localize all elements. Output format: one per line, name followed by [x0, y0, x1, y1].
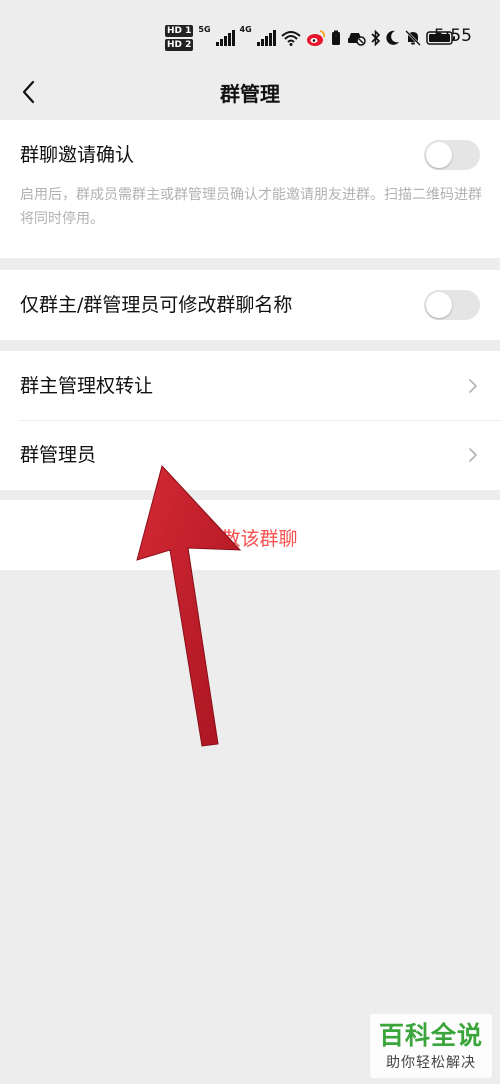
signal-strength-icon [215, 30, 235, 46]
hd-indicators: HD 1 HD 2 [165, 25, 194, 51]
screen: HD 1 HD 2 5G 4G 5:55 群管理 群聊邀请确认 启用后，群成员需… [0, 0, 500, 1084]
signal-strength-icon-2 [256, 30, 276, 46]
row-admins[interactable]: 群管理员 [0, 421, 500, 490]
admins-label: 群管理员 [20, 444, 97, 466]
hd-badge-2: HD 2 [165, 39, 194, 51]
hd-badge-1: HD 1 [165, 25, 194, 37]
car-icon [347, 33, 366, 46]
wifi-icon [281, 31, 301, 46]
row-transfer-owner[interactable]: 群主管理权转让 [0, 351, 500, 421]
bluetooth-icon [371, 30, 380, 46]
status-time: 5:55 [433, 26, 472, 46]
name-edit-restrict-label: 仅群主/群管理员可修改群聊名称 [20, 294, 293, 316]
dissolve-group-button[interactable]: 解散该群聊 [0, 500, 500, 570]
section-dissolve: 解散该群聊 [0, 500, 500, 570]
status-icons: HD 1 HD 2 5G 4G [165, 22, 456, 54]
weibo-icon [306, 30, 325, 46]
network-type-4g: 4G [239, 25, 252, 34]
watermark-title: 百科全说 [378, 1021, 483, 1050]
invite-confirm-description: 启用后，群成员需群主或群管理员确认才能邀请朋友进群。扫描二维码进群将同时停用。 [20, 187, 482, 227]
toggle-knob [426, 142, 452, 168]
name-edit-restrict-toggle[interactable] [424, 290, 480, 320]
moon-icon [386, 30, 399, 45]
section-name-edit: 仅群主/群管理员可修改群聊名称 [0, 270, 500, 340]
bell-muted-icon [404, 30, 421, 46]
network-type-5g: 5G [198, 25, 211, 34]
watermark: 百科全说 助你轻松解决 [370, 1014, 492, 1078]
clipboard-icon [331, 30, 340, 45]
nav-bar: 群管理 [0, 70, 500, 120]
section-invite-confirm: 群聊邀请确认 启用后，群成员需群主或群管理员确认才能邀请朋友进群。扫描二维码进群… [0, 120, 500, 258]
chevron-right-icon [469, 448, 477, 462]
watermark-subtitle: 助你轻松解决 [386, 1055, 476, 1071]
transfer-owner-label: 群主管理权转让 [20, 375, 154, 397]
toggle-knob [426, 292, 452, 318]
status-bar: HD 1 HD 2 5G 4G 5:55 [0, 0, 500, 70]
invite-confirm-label: 群聊邀请确认 [20, 144, 135, 166]
invite-confirm-toggle[interactable] [424, 140, 480, 170]
page-title: 群管理 [220, 82, 280, 106]
row-invite-confirm: 群聊邀请确认 启用后，群成员需群主或群管理员确认才能邀请朋友进群。扫描二维码进群… [0, 120, 500, 258]
row-name-edit-restrict: 仅群主/群管理员可修改群聊名称 [0, 270, 500, 340]
chevron-right-icon [469, 379, 477, 393]
section-admin: 群主管理权转让 群管理员 [0, 351, 500, 490]
dissolve-group-label: 解散该群聊 [202, 528, 298, 550]
